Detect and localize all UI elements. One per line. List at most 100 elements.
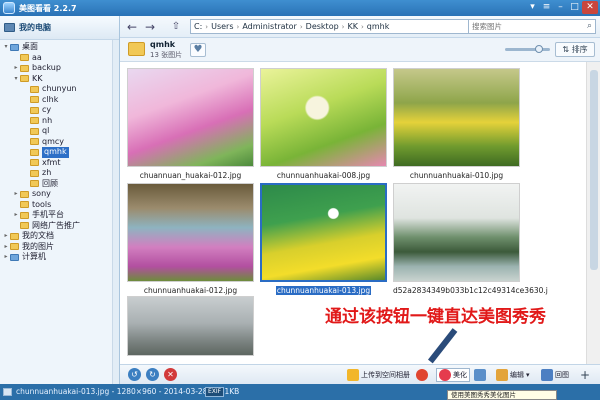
tree-item-11[interactable]: xfmt (0, 158, 119, 169)
add-icon[interactable]: + (580, 368, 590, 382)
tree-item-13[interactable]: 回顾 (0, 179, 119, 190)
maximize-button[interactable]: □ (568, 1, 581, 14)
tree-item-3[interactable]: ▾ KK (0, 74, 119, 85)
search-input[interactable] (469, 20, 579, 33)
favorite-heart-icon[interactable]: ♥ (190, 43, 206, 57)
tree-item-10[interactable]: qmhk (0, 147, 119, 158)
folder-icon (30, 85, 39, 93)
content-scrollbar[interactable] (586, 62, 600, 364)
back-arrow-icon[interactable]: ← (124, 19, 140, 35)
rotate-left-icon[interactable]: ↺ (128, 368, 141, 381)
folder-icon (10, 232, 19, 240)
tree-item-7[interactable]: nh (0, 116, 119, 127)
expand-toggle-icon[interactable]: ▾ (2, 42, 10, 53)
beautify-label: 美化 (453, 371, 467, 379)
tree-item-9[interactable]: qmcy (0, 137, 119, 148)
tree-item-20[interactable]: ▸ 计算机 (0, 252, 119, 263)
search-box[interactable]: ⌕ (468, 19, 596, 34)
expand-toggle-icon[interactable]: ▸ (2, 242, 10, 253)
folder-icon (20, 222, 29, 230)
thumbnail-image[interactable] (260, 68, 387, 167)
tree-item-0[interactable]: ▾ 桌面 (0, 42, 119, 53)
tree-item-label: qmcy (42, 136, 65, 146)
upload-button[interactable]: 上传到空间相册 (347, 368, 410, 382)
scrollbar-thumb[interactable] (590, 70, 598, 270)
path-segment[interactable]: C: (194, 22, 202, 31)
thumbnail-image[interactable] (393, 183, 520, 282)
sort-button[interactable]: ⇅ 排序 (555, 42, 595, 57)
my-computer-header[interactable]: 我的电脑 (0, 16, 119, 40)
title-bar: 美图看看 2.2.7 ▾ ≡ – □ ✕ (0, 0, 600, 16)
search-icon[interactable]: ⌕ (587, 21, 592, 31)
chevron-down-icon[interactable]: ▾ (526, 368, 530, 382)
thumbnail-caption[interactable]: chunnuanhuakai-010.jpg (393, 171, 520, 180)
delete-icon[interactable]: ✕ (164, 368, 177, 381)
folder-name: qmhk (150, 40, 176, 49)
menu-icon[interactable]: ≡ (540, 1, 553, 14)
up-folder-icon[interactable]: ⇧ (168, 19, 184, 35)
action-bar: ↺ ↻ ✕ 上传到空间相册 美化 编辑 ▾ 回图 + (120, 364, 600, 384)
path-separator-icon: › (299, 22, 303, 31)
window-controls: ▾ ≡ – □ ✕ (526, 1, 598, 14)
thumbnail-image[interactable] (127, 296, 254, 356)
tree-item-6[interactable]: cy (0, 105, 119, 116)
forward-arrow-icon[interactable]: → (142, 19, 158, 35)
thumbnail-caption[interactable]: chuannuan_huakai-012.jpg (127, 171, 254, 180)
tree-item-19[interactable]: ▸ 我的图片 (0, 242, 119, 253)
folder-icon (20, 64, 29, 72)
close-button[interactable]: ✕ (582, 1, 598, 14)
tree-item-5[interactable]: clhk (0, 95, 119, 106)
rotate-right-icon[interactable]: ↻ (146, 368, 159, 381)
sidebar-scrollbar[interactable] (112, 40, 119, 384)
expand-toggle-icon[interactable]: ▸ (12, 63, 20, 74)
tree-item-label: 网络广告推广 (32, 220, 80, 230)
thumbnail-size-slider[interactable] (505, 45, 550, 53)
minimize-button[interactable]: – (554, 1, 567, 14)
thumbnail-caption[interactable]: chunnuanhuakai-012.jpg (127, 286, 254, 295)
path-segment[interactable]: qmhk (367, 22, 390, 31)
thumbnail-caption[interactable]: d52a2834349b033b1c12c49314ce3630.j (393, 286, 548, 295)
view-button[interactable]: 回图 (541, 368, 569, 382)
folder-info-bar: qmhk 13 张图片 ♥ ⇅ 排序 (120, 38, 600, 62)
thumbnail-caption[interactable]: chunnuanhuakai-008.jpg (260, 171, 387, 180)
slider-knob[interactable] (535, 45, 543, 53)
thumbnail-image[interactable] (127, 68, 254, 167)
upload-label: 上传到空间相册 (361, 371, 410, 379)
expand-toggle-icon[interactable]: ▾ (12, 74, 20, 85)
expand-toggle-icon[interactable]: ▸ (2, 252, 10, 263)
tree-item-label: xfmt (42, 157, 61, 167)
exif-badge[interactable]: EXIF (205, 387, 225, 397)
edit-button[interactable]: 编辑 ▾ (496, 368, 530, 382)
tree-item-14[interactable]: ▸ sony (0, 189, 119, 200)
tree-item-15[interactable]: tools (0, 200, 119, 211)
tree-item-4[interactable]: chunyun (0, 84, 119, 95)
adjust-button[interactable] (474, 368, 486, 382)
tree-item-18[interactable]: ▸ 我的文档 (0, 231, 119, 242)
tree-item-17[interactable]: 网络广告推广 (0, 221, 119, 232)
tree-item-12[interactable]: zh (0, 168, 119, 179)
skin-icon[interactable]: ▾ (526, 1, 539, 14)
thumbnail-image[interactable] (260, 183, 387, 282)
expand-toggle-icon[interactable]: ▸ (12, 189, 20, 200)
tree-item-2[interactable]: ▸ backup (0, 63, 119, 74)
tree-item-16[interactable]: ▸ 手机平台 (0, 210, 119, 221)
tree-item-1[interactable]: aa (0, 53, 119, 64)
tree-item-8[interactable]: ql (0, 126, 119, 137)
path-segment[interactable]: Administrator (242, 22, 297, 31)
tree-item-label: zh (42, 168, 52, 177)
sort-label: 排序 (571, 45, 588, 54)
expand-toggle-icon[interactable]: ▸ (2, 231, 10, 242)
thumbnail-image[interactable] (127, 183, 254, 282)
path-segment[interactable]: Desktop (306, 22, 339, 31)
weibo-share-button[interactable] (416, 368, 428, 382)
expand-toggle-icon[interactable]: ▸ (12, 210, 20, 221)
beautify-tooltip: 使用美图秀秀美化图片 (447, 390, 557, 400)
beautify-button[interactable]: 美化 (436, 368, 470, 382)
tree-item-label: ql (42, 126, 50, 135)
address-bar[interactable]: C: › Users › Administrator › Desktop › KK › qmhk (190, 19, 477, 34)
thumbnail-image[interactable] (393, 68, 520, 167)
path-segment[interactable]: Users (211, 22, 233, 31)
path-segment[interactable]: KK (347, 22, 358, 31)
tree-item-label: 我的文档 (22, 231, 54, 240)
thumbnail-caption[interactable]: chunnuanhuakai-013.jpg (260, 286, 387, 295)
